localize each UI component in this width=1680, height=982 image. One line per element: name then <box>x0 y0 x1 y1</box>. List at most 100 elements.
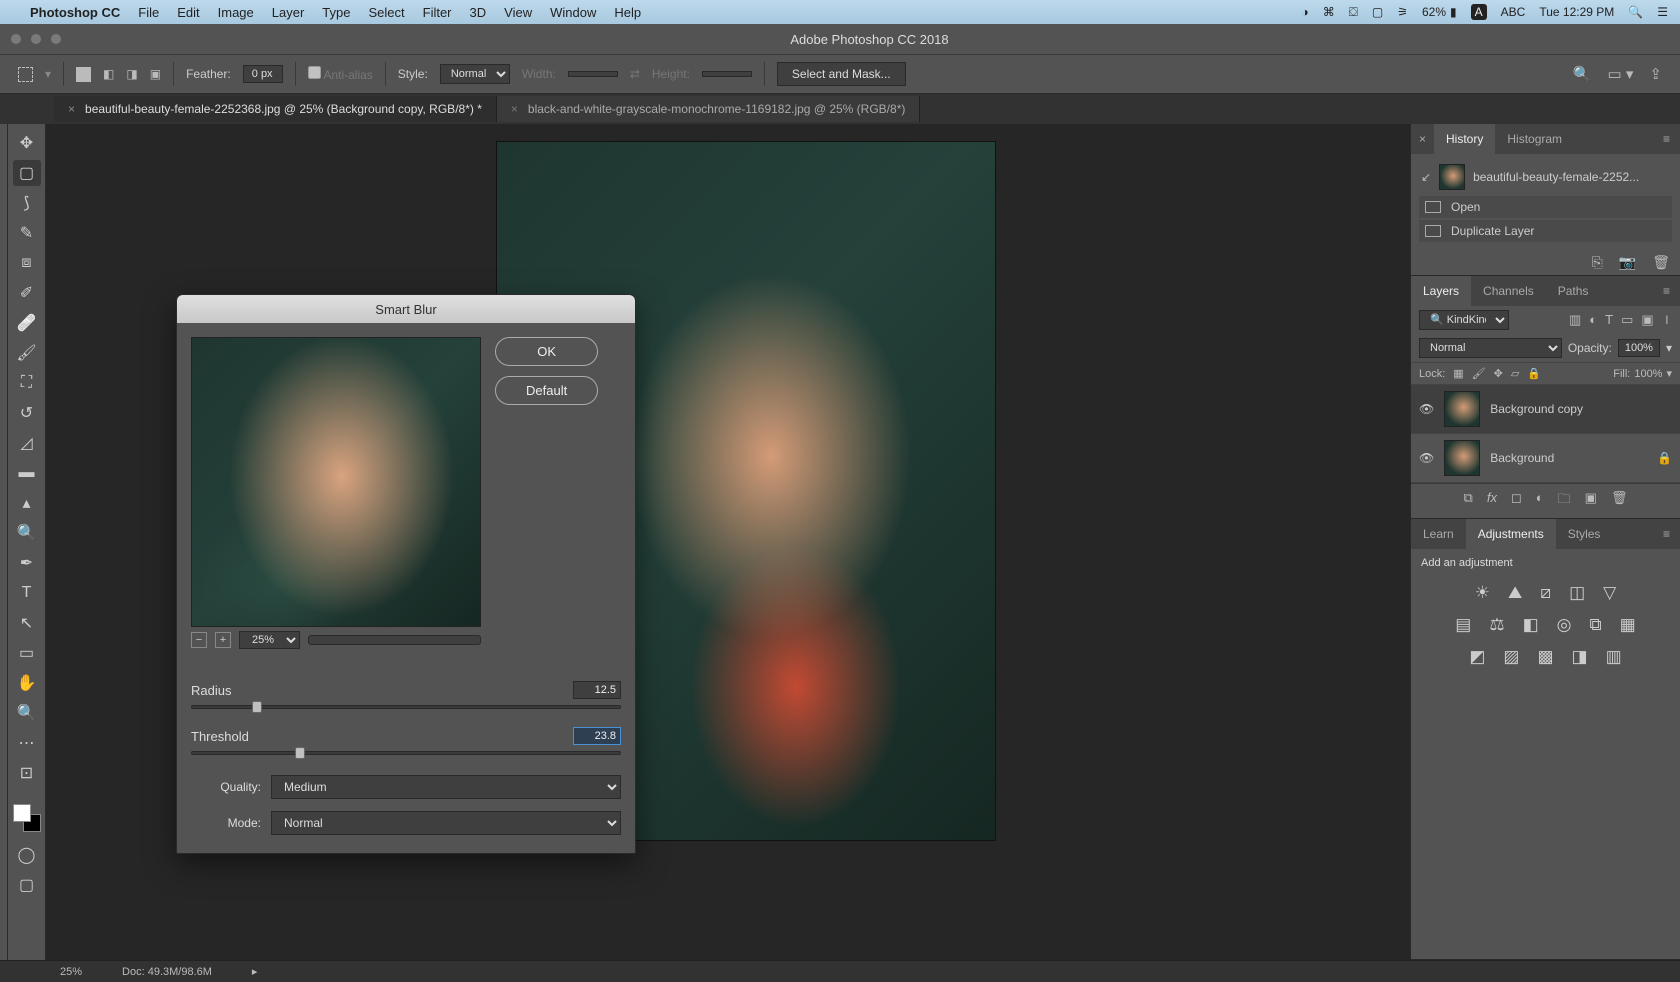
tool-preset-icon[interactable] <box>18 67 33 82</box>
default-button[interactable]: Default <box>495 376 598 405</box>
channel-mixer-icon[interactable]: ⧉ <box>1590 615 1602 635</box>
type-tool[interactable]: T <box>13 580 41 606</box>
screen-mode[interactable]: ▢ <box>13 872 41 898</box>
more-tools[interactable]: ⋯ <box>13 730 41 756</box>
stamp-tool[interactable]: ⛶ <box>13 370 41 396</box>
blend-mode-select[interactable]: Normal <box>1419 338 1562 358</box>
menu-help[interactable]: Help <box>614 5 641 20</box>
new-layer-icon[interactable]: ▣ <box>1585 490 1597 512</box>
status-zoom[interactable]: 25% <box>60 966 82 978</box>
input-source[interactable]: A <box>1471 4 1487 20</box>
link-layers-icon[interactable]: ⧉ <box>1464 490 1473 512</box>
filter-toggle[interactable]: ⏽ <box>1662 312 1672 328</box>
menu-edit[interactable]: Edit <box>177 5 199 20</box>
selective-color-icon[interactable]: ▥ <box>1606 647 1622 667</box>
shape-tool[interactable]: ▭ <box>13 640 41 666</box>
document-tab-active[interactable]: × beautiful-beauty-female-2252368.jpg @ … <box>54 96 497 122</box>
creative-cloud-icon[interactable]: ⌘ <box>1323 5 1335 19</box>
status-doc-size[interactable]: Doc: 49.3M/98.6M <box>122 966 212 978</box>
share-icon[interactable]: ⇪ <box>1649 65 1662 83</box>
pen-tool[interactable]: ✒ <box>13 550 41 576</box>
edit-toolbar[interactable]: ⊡ <box>13 760 41 786</box>
photo-filter-icon[interactable]: ◎ <box>1557 615 1572 635</box>
app-menu[interactable]: Photoshop CC <box>30 5 120 20</box>
menu-image[interactable]: Image <box>218 5 254 20</box>
window-controls[interactable] <box>10 33 62 45</box>
lasso-tool[interactable]: ⟆ <box>13 190 41 216</box>
history-brush-tool[interactable]: ↺ <box>13 400 41 426</box>
battery-indicator[interactable]: 62% ▮ <box>1422 5 1457 19</box>
dodge-tool[interactable]: 🔍 <box>13 520 41 546</box>
panel-dock-strip[interactable] <box>0 124 8 960</box>
ok-button[interactable]: OK <box>495 337 598 366</box>
marquee-tool[interactable]: ▢ <box>13 160 41 186</box>
tab-channels[interactable]: Channels <box>1471 276 1546 306</box>
healing-tool[interactable]: 🩹 <box>13 310 41 336</box>
invert-icon[interactable]: ◩ <box>1469 647 1485 667</box>
crop-tool[interactable]: ⧈ <box>13 250 41 276</box>
color-swatches[interactable] <box>13 804 41 832</box>
tab-adjustments[interactable]: Adjustments <box>1466 519 1556 549</box>
brush-tool[interactable]: 🖌 <box>13 340 41 366</box>
menu-filter[interactable]: Filter <box>423 5 452 20</box>
lock-all-icon[interactable]: 🔒 <box>1527 367 1541 380</box>
adjustment-layer-icon[interactable]: ◐ <box>1536 490 1544 512</box>
close-icon[interactable] <box>10 33 22 45</box>
filter-pixel-icon[interactable]: ▥ <box>1569 312 1581 328</box>
panel-close-icon[interactable]: × <box>1411 132 1434 146</box>
tab-histogram[interactable]: Histogram <box>1495 124 1574 154</box>
quick-select-tool[interactable]: ✎ <box>13 220 41 246</box>
brightness-icon[interactable]: ☀ <box>1475 583 1490 603</box>
tab-history[interactable]: History <box>1434 124 1495 154</box>
fill-chevron-icon[interactable]: ▾ <box>1666 367 1672 380</box>
airplay-icon[interactable]: ▢ <box>1372 5 1383 19</box>
levels-icon[interactable]: ⛰ <box>1508 583 1522 603</box>
style-select[interactable]: Normal <box>440 64 510 84</box>
filter-smart-icon[interactable]: ▣ <box>1641 312 1653 328</box>
dropbox-icon[interactable]: ⛋ <box>1349 5 1358 20</box>
history-state[interactable]: Duplicate Layer <box>1419 220 1672 242</box>
select-and-mask-button[interactable]: Select and Mask... <box>777 62 906 86</box>
menu-type[interactable]: Type <box>322 5 350 20</box>
hand-tool[interactable]: ✋ <box>13 670 41 696</box>
layer-row[interactable]: 👁 Background 🔒 <box>1411 434 1680 483</box>
status-chevron-icon[interactable]: ▸ <box>252 965 258 978</box>
new-snapshot-icon[interactable]: 📷 <box>1619 254 1636 271</box>
minimize-icon[interactable] <box>30 33 42 45</box>
document-tab[interactable]: × black-and-white-grayscale-monochrome-1… <box>497 96 920 122</box>
selection-intersect-icon[interactable]: ▣ <box>150 67 161 81</box>
spotlight-icon[interactable]: 🔍 <box>1628 5 1643 19</box>
selection-new-icon[interactable] <box>76 67 91 82</box>
layer-thumbnail[interactable] <box>1444 440 1480 476</box>
tab-paths[interactable]: Paths <box>1546 276 1601 306</box>
visibility-icon[interactable]: 👁 <box>1419 451 1434 465</box>
foreground-color[interactable] <box>13 804 31 822</box>
hue-sat-icon[interactable]: ▤ <box>1455 615 1471 635</box>
search-icon[interactable]: 🔍 <box>1573 65 1592 83</box>
panel-menu-icon[interactable]: ≡ <box>1653 527 1680 541</box>
filter-shape-icon[interactable]: ▭ <box>1621 312 1633 328</box>
layer-mask-icon[interactable]: ◻ <box>1511 490 1522 512</box>
tab-styles[interactable]: Styles <box>1556 519 1613 549</box>
layer-row[interactable]: 👁 Background copy <box>1411 385 1680 434</box>
path-select-tool[interactable]: ↖ <box>13 610 41 636</box>
gradient-map-icon[interactable]: ◨ <box>1572 647 1588 667</box>
tab-layers[interactable]: Layers <box>1411 276 1471 306</box>
zoom-in-button[interactable]: + <box>215 632 231 648</box>
fill-input[interactable]: 100% <box>1634 368 1662 380</box>
quality-select[interactable]: Medium <box>271 775 621 799</box>
workspace-icon[interactable]: ▭ ▾ <box>1608 65 1634 83</box>
visibility-icon[interactable]: 👁 <box>1419 402 1434 416</box>
menu-window[interactable]: Window <box>550 5 596 20</box>
clock[interactable]: Tue 12:29 PM <box>1539 5 1614 19</box>
move-tool[interactable]: ✥ <box>13 130 41 156</box>
zoom-icon[interactable] <box>50 33 62 45</box>
blur-tool[interactable]: ▴ <box>13 490 41 516</box>
menu-file[interactable]: File <box>138 5 159 20</box>
history-brush-source-icon[interactable]: ↙ <box>1421 170 1431 184</box>
lock-position-icon[interactable]: ✥ <box>1494 367 1503 380</box>
vibrance-icon[interactable]: ▽ <box>1603 583 1616 603</box>
radius-input[interactable]: 12.5 <box>573 681 621 699</box>
close-tab-icon[interactable]: × <box>68 102 75 116</box>
history-state[interactable]: Open <box>1419 196 1672 218</box>
